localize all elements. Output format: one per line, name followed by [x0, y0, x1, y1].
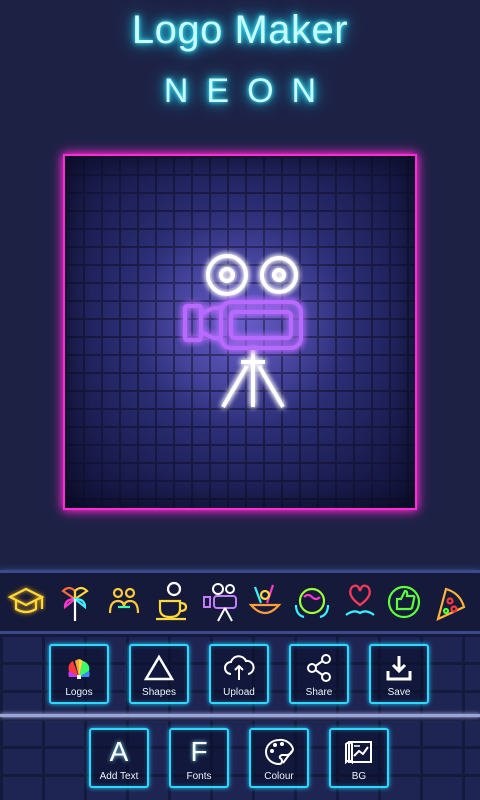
camera-icon[interactable] [200, 575, 240, 627]
colour-label: Colour [264, 771, 294, 782]
share-label: Share [305, 687, 333, 698]
graduation-cap-icon[interactable] [6, 575, 46, 627]
add-text-button[interactable]: A Add Text [89, 728, 149, 788]
cloud-upload-icon [224, 655, 255, 680]
logos-button[interactable]: Logos [49, 644, 109, 704]
camera-icon[interactable] [165, 242, 315, 417]
shapes-button[interactable]: Shapes [129, 644, 189, 704]
download-icon [386, 656, 412, 681]
logos-label: Logos [65, 687, 93, 698]
peacock-icon [68, 659, 90, 679]
background-icon [345, 741, 372, 765]
add-text-label: Add Text [99, 771, 139, 782]
app-subtitle: NEON [163, 72, 335, 110]
bg-label: BG [351, 771, 367, 782]
colour-button[interactable]: Colour [249, 728, 309, 788]
fonts-label: Fonts [186, 771, 212, 782]
triangle-icon [144, 654, 174, 681]
share-button[interactable]: Share [289, 644, 349, 704]
logo-strip[interactable] [0, 570, 480, 634]
bg-button[interactable]: BG [329, 728, 389, 788]
food-basket-icon[interactable] [245, 575, 285, 627]
letter-f-icon: F [190, 736, 208, 767]
globe-hands-icon[interactable] [292, 575, 332, 627]
logo-canvas[interactable] [63, 154, 417, 510]
pinwheel-icon[interactable] [55, 575, 95, 627]
coffee-cup-icon[interactable] [152, 575, 192, 627]
palette-icon [265, 738, 295, 766]
fonts-button[interactable]: F Fonts [169, 728, 229, 788]
thumbs-up-icon[interactable] [384, 575, 424, 627]
upload-label: Upload [223, 687, 255, 698]
toolbar-divider [0, 714, 480, 717]
save-label: Save [387, 687, 411, 698]
share-icon [307, 654, 331, 682]
heart-hand-icon[interactable] [340, 575, 380, 627]
handshake-icon[interactable] [104, 575, 144, 627]
pizza-icon[interactable] [432, 575, 472, 627]
app-title: Logo Maker [131, 8, 349, 52]
shapes-label: Shapes [142, 687, 176, 698]
letter-a-icon: A [109, 736, 129, 767]
save-button[interactable]: Save [369, 644, 429, 704]
upload-button[interactable]: Upload [209, 644, 269, 704]
